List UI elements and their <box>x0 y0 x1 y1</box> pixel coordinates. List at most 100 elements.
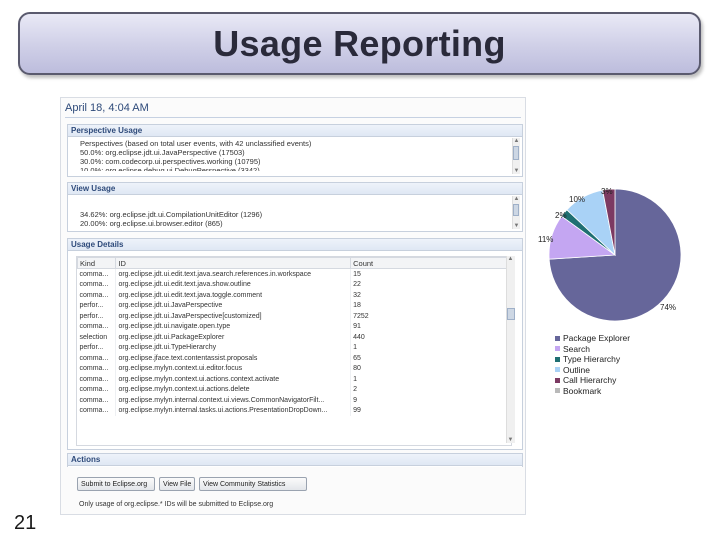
perspective-line: 50.0%: org.eclipse.jdt.ui.JavaPerspectiv… <box>80 148 245 157</box>
id-cell: org.eclipse.jdt.ui.JavaPerspective[custo… <box>115 311 352 322</box>
view-community-statistics-button[interactable]: View Community Statistics <box>199 477 307 491</box>
perspective-line: Perspectives (based on total user events… <box>80 139 312 148</box>
count-cell: 99 <box>350 405 511 416</box>
legend-swatch <box>555 367 560 373</box>
count-cell: 1 <box>350 342 511 353</box>
date-divider <box>65 117 521 118</box>
id-cell: org.eclipse.jdt.ui.edit.text.java.show.o… <box>115 279 352 290</box>
usage-details-section: Usage Details Kind ID Count comma... org.… <box>67 238 523 450</box>
table-row[interactable]: comma... org.eclipse.mylyn.internal.tasks… <box>77 405 511 416</box>
slide-number: 21 <box>14 512 37 534</box>
scroll-thumb[interactable] <box>513 146 519 160</box>
id-cell: org.eclipse.jdt.ui.JavaPerspective <box>115 300 352 311</box>
count-cell: 32 <box>350 290 511 301</box>
usage-details-table-wrap: Kind ID Count comma... org.eclipse.jdt.ui… <box>76 256 512 446</box>
legend-label: Package Explorer <box>563 333 631 343</box>
legend-swatch <box>555 377 560 383</box>
perspective-line: 10.0%: org.eclipse.debug.ui.DebugPerspec… <box>80 166 260 171</box>
table-row[interactable]: comma... org.eclipse.mylyn.internal.conte… <box>77 395 511 406</box>
column-header-id[interactable]: ID <box>115 257 352 269</box>
legend-swatch <box>555 335 560 341</box>
scroll-up-arrow[interactable]: ▲ <box>513 196 520 202</box>
id-cell: org.eclipse.jface.text.contentassist.pro… <box>115 353 352 364</box>
kind-cell: selection <box>77 332 117 343</box>
kind-cell: comma... <box>77 321 117 332</box>
count-cell: 1 <box>350 374 511 385</box>
table-row[interactable]: comma... org.eclipse.jdt.ui.edit.text.jav… <box>77 290 511 301</box>
id-cell: org.eclipse.mylyn.internal.context.ui.vi… <box>115 395 352 406</box>
count-cell: 18 <box>350 300 511 311</box>
count-cell: 22 <box>350 279 511 290</box>
column-header-count[interactable]: Count <box>350 257 511 269</box>
kind-cell: comma... <box>77 268 117 280</box>
legend-item: Call Hierarchy <box>555 375 630 386</box>
table-row[interactable]: perfor... org.eclipse.jdt.ui.JavaPerspect… <box>77 311 511 322</box>
id-cell: org.eclipse.jdt.ui.PackageExplorer <box>115 332 352 343</box>
legend-swatch <box>555 346 560 352</box>
view-file-button[interactable]: View File <box>159 477 195 491</box>
legend-label: Bookmark <box>563 385 602 396</box>
view-usage-section: View Usage 34.62%: org.eclipse.jdt.ui.Co… <box>67 182 523 232</box>
id-cell: org.eclipse.mylyn.context.ui.actions.con… <box>115 374 352 385</box>
legend-item: Type Hierarchy <box>555 354 630 365</box>
table-row[interactable]: comma... org.eclipse.jface.text.contentas… <box>77 353 511 364</box>
kind-cell: comma... <box>77 353 117 364</box>
pie-slice-label: 3% <box>601 187 613 196</box>
usage-report-screenshot: April 18, 4:04 AM Perspective Usage Pers… <box>60 97 526 515</box>
scroll-down-arrow[interactable]: ▼ <box>507 437 514 443</box>
scroll-down-arrow[interactable]: ▼ <box>513 168 520 174</box>
kind-cell: comma... <box>77 279 117 290</box>
kind-cell: comma... <box>77 363 117 374</box>
table-row[interactable]: comma... org.eclipse.jdt.ui.navigate.open… <box>77 321 511 332</box>
kind-cell: perfor... <box>77 342 117 353</box>
table-row[interactable]: perfor... org.eclipse.jdt.ui.JavaPerspect… <box>77 300 511 311</box>
scroll-thumb[interactable] <box>507 308 515 320</box>
legend-item: Package Explorer <box>555 333 630 344</box>
view-usage-scrollbar[interactable]: ▲ ▼ <box>512 196 520 229</box>
usage-details-scrollbar[interactable]: ▲ ▼ <box>506 256 515 443</box>
scroll-thumb[interactable] <box>513 204 519 216</box>
table-row[interactable]: comma... org.eclipse.mylyn.context.ui.act… <box>77 384 511 395</box>
perspective-usage-section: Perspective Usage Perspectives (based on… <box>67 124 523 177</box>
table-row[interactable]: selection org.eclipse.jdt.ui.PackageExplo… <box>77 332 511 343</box>
scroll-down-arrow[interactable]: ▼ <box>513 223 520 229</box>
actions-section: Actions <box>67 453 523 467</box>
kind-cell: comma... <box>77 395 117 406</box>
id-cell: org.eclipse.jdt.ui.navigate.open.type <box>115 321 352 332</box>
perspective-usage-header: Perspective Usage <box>68 125 522 137</box>
legend-label: Call Hierarchy <box>563 375 617 385</box>
scroll-up-arrow[interactable]: ▲ <box>513 138 520 144</box>
kind-cell: comma... <box>77 290 117 301</box>
table-row[interactable]: comma... org.eclipse.jdt.ui.edit.text.jav… <box>77 279 511 290</box>
pie-legend: Package Explorer Search Type Hierarchy Outl… <box>555 333 630 396</box>
count-cell: 9 <box>350 395 511 406</box>
id-cell: org.eclipse.mylyn.context.ui.actions.del… <box>115 384 352 395</box>
count-cell: 7252 <box>350 311 511 322</box>
perspective-scrollbar[interactable]: ▲ ▼ <box>512 138 520 174</box>
kind-cell: comma... <box>77 384 117 395</box>
id-cell: org.eclipse.jdt.ui.edit.text.java.search… <box>115 268 352 280</box>
table-row[interactable]: comma... org.eclipse.jdt.ui.edit.text.jav… <box>77 268 511 280</box>
submit-to-eclipse-button[interactable]: Submit to Eclipse.org <box>77 477 155 491</box>
scroll-up-arrow[interactable]: ▲ <box>507 256 514 262</box>
usage-details-table: Kind ID Count comma... org.eclipse.jdt.ui… <box>77 257 511 416</box>
pie-slice-label: 74% <box>660 303 677 312</box>
table-row[interactable]: comma... org.eclipse.mylyn.context.ui.edi… <box>77 363 511 374</box>
pie-slice-label: 2% <box>555 211 567 220</box>
table-row[interactable]: comma... org.eclipse.mylyn.context.ui.act… <box>77 374 511 385</box>
id-cell: org.eclipse.mylyn.context.ui.editor.focu… <box>115 363 352 374</box>
legend-item: Bookmark <box>555 386 630 397</box>
table-row[interactable]: perfor... org.eclipse.jdt.ui.TypeHierarch… <box>77 342 511 353</box>
table-header-row: Kind ID Count <box>77 257 511 269</box>
id-cell: org.eclipse.mylyn.internal.tasks.ui.acti… <box>115 405 352 416</box>
id-cell: org.eclipse.jdt.ui.TypeHierarchy <box>115 342 352 353</box>
count-cell: 91 <box>350 321 511 332</box>
view-usage-header: View Usage <box>68 183 522 195</box>
legend-item: Outline <box>555 365 630 376</box>
column-header-kind[interactable]: Kind <box>77 257 117 269</box>
kind-cell: comma... <box>77 374 117 385</box>
actions-header: Actions <box>68 454 522 466</box>
kind-cell: comma... <box>77 405 117 416</box>
pie-slice-label: 10% <box>569 195 586 204</box>
count-cell: 15 <box>350 268 511 280</box>
